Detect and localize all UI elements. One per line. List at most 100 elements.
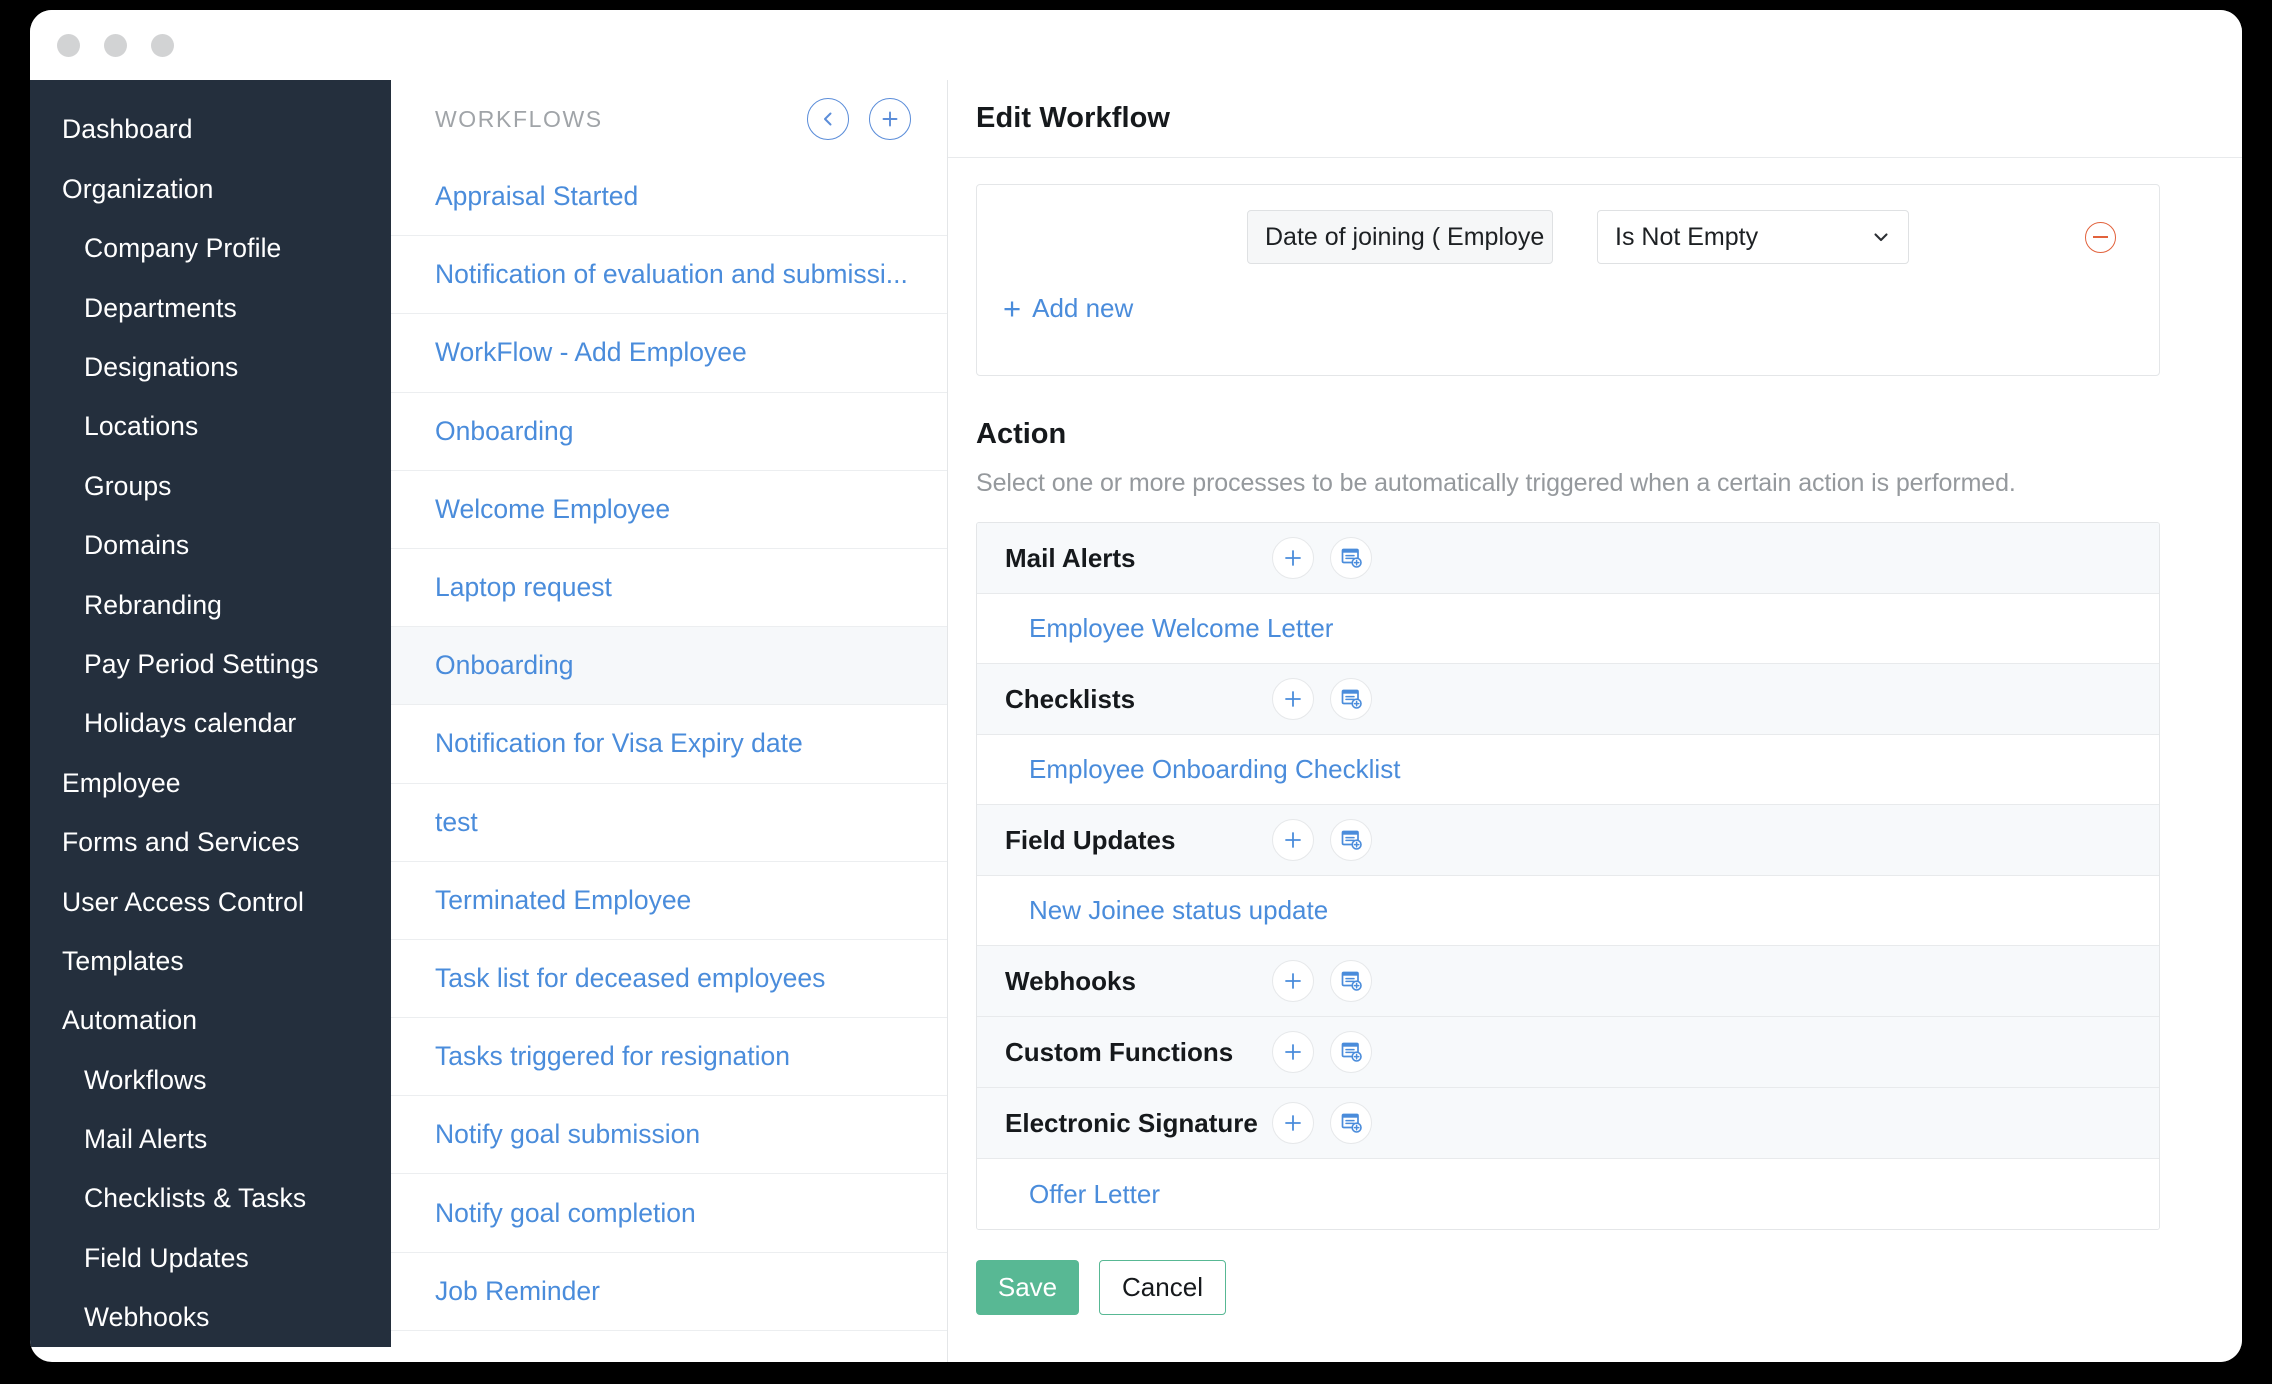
workflow-list-item[interactable]: Notify goal completion <box>391 1174 947 1253</box>
action-item[interactable]: New Joinee status update <box>977 876 2159 946</box>
action-description: Select one or more processes to be autom… <box>976 469 2016 497</box>
sidebar-item-label: Company Profile <box>84 233 282 264</box>
workflow-list-item[interactable]: Terminated Employee <box>391 861 947 940</box>
action-group-electronic-signature: Electronic Signature <box>977 1088 2159 1159</box>
sidebar-item-checklists-tasks[interactable]: Checklists & Tasks <box>30 1169 391 1228</box>
sidebar-item-label: Holidays calendar <box>84 708 297 739</box>
cancel-button[interactable]: Cancel <box>1099 1260 1226 1315</box>
action-group-field-updates: Field Updates <box>977 805 2159 876</box>
sidebar-item-label: Designations <box>84 352 239 382</box>
action-heading: Action <box>976 418 1067 450</box>
workflow-list-item[interactable]: WorkFlow - Add Employee <box>391 314 947 393</box>
window-titlebar <box>30 10 2242 80</box>
sidebar-item-label: Dashboard <box>62 114 193 145</box>
workflow-list-item[interactable]: Onboarding <box>391 392 947 471</box>
sidebar-item-mail-alerts[interactable]: Mail Alerts <box>30 1110 391 1169</box>
action-group-label: Custom Functions <box>1005 1036 1234 1067</box>
criteria-operator-select[interactable]: Is Not Empty <box>1597 210 1909 264</box>
workflow-list-item[interactable]: test <box>391 783 947 862</box>
action-group-label: Webhooks <box>1005 965 1136 996</box>
add-new-label: Add new <box>1032 293 1134 323</box>
sidebar-item-user-access-control[interactable]: User Access Control <box>30 872 391 931</box>
plus-icon: + <box>1003 291 1022 326</box>
sidebar-item-employee[interactable]: Employee <box>30 753 391 812</box>
criteria-card: Date of joining ( Employe Is Not Empty +… <box>976 184 2160 376</box>
action-group-mail-alerts: Mail Alerts <box>977 523 2159 594</box>
sidebar-item-domains[interactable]: Domains <box>30 516 391 575</box>
chevron-down-icon <box>1874 233 1888 242</box>
workflow-list-item[interactable]: Notify goal submission <box>391 1096 947 1175</box>
sidebar-item-organization[interactable]: Organization <box>30 159 391 218</box>
sidebar-item-label: Workflows <box>84 1064 207 1095</box>
create-field-updates-button[interactable] <box>1330 819 1372 861</box>
workflows-panel-title: WORKFLOWS <box>435 105 603 132</box>
save-button[interactable]: Save <box>976 1260 1079 1315</box>
sidebar-item-webhooks[interactable]: Webhooks <box>30 1288 391 1347</box>
workflow-item-label: Job Reminder <box>435 1275 600 1306</box>
sidebar-item-label: Locations <box>84 411 199 442</box>
workflow-item-label: Notification for Visa Expiry date <box>435 728 803 759</box>
create-webhooks-button[interactable] <box>1330 960 1372 1002</box>
add-workflow-button[interactable] <box>869 98 911 140</box>
plus-icon <box>1285 1044 1301 1060</box>
workflows-list-panel: WORKFLOWS Appraisal Started Notification … <box>391 80 948 1362</box>
collapse-panel-button[interactable] <box>807 98 849 140</box>
add-custom-functions-button[interactable] <box>1272 1031 1314 1073</box>
document-add-icon <box>1341 971 1362 991</box>
add-checklists-button[interactable] <box>1272 678 1314 720</box>
remove-criteria-button[interactable] <box>2085 221 2116 253</box>
workflow-list-item[interactable]: Notification of evaluation and submissi.… <box>391 236 947 315</box>
create-custom-functions-button[interactable] <box>1330 1031 1372 1073</box>
action-groups-card: Mail Alerts Employee Welcome Letter Checkl… <box>976 522 2160 1230</box>
sidebar-item-field-updates[interactable]: Field Updates <box>30 1228 391 1287</box>
sidebar-item-label: Automation <box>62 1005 198 1036</box>
window-close-dot[interactable] <box>57 33 80 57</box>
window-minimize-dot[interactable] <box>104 33 127 57</box>
sidebar-item-automation[interactable]: Automation <box>30 991 391 1050</box>
create-electronic-signature-button[interactable] <box>1330 1102 1372 1144</box>
create-checklists-button[interactable] <box>1330 678 1372 720</box>
add-field-updates-button[interactable] <box>1272 819 1314 861</box>
sidebar-item-templates[interactable]: Templates <box>30 931 391 990</box>
action-item[interactable]: Employee Welcome Letter <box>977 594 2159 664</box>
sidebar-item-dashboard[interactable]: Dashboard <box>30 100 391 159</box>
sidebar-item-label: Pay Period Settings <box>84 648 319 679</box>
workflow-item-label: Laptop request <box>435 572 612 603</box>
sidebar-item-departments[interactable]: Departments <box>30 278 391 337</box>
workflow-list-item[interactable]: Appraisal Started <box>391 158 947 237</box>
workflow-list-item[interactable]: Task list for deceased employees <box>391 939 947 1019</box>
sidebar-item-forms-and-services[interactable]: Forms and Services <box>30 813 391 872</box>
sidebar-item-holidays-calendar[interactable]: Holidays calendar <box>30 694 391 753</box>
action-item[interactable]: Employee Onboarding Checklist <box>977 735 2159 805</box>
criteria-field-input[interactable]: Date of joining ( Employe <box>1247 210 1553 264</box>
sidebar-item-groups[interactable]: Groups <box>30 456 391 515</box>
workflow-list-item[interactable]: Laptop request <box>391 548 947 628</box>
workflow-list-item[interactable]: Tasks triggered for resignation <box>391 1018 947 1097</box>
workflow-list-item[interactable]: Onboarding <box>391 627 947 706</box>
action-item[interactable]: Offer Letter <box>977 1159 2159 1229</box>
sidebar-item-designations[interactable]: Designations <box>30 338 391 397</box>
document-add-icon <box>1341 830 1362 850</box>
sidebar-item-rebranding[interactable]: Rebranding <box>30 575 391 634</box>
add-new-criteria-link[interactable]: + Add new <box>977 293 2159 324</box>
sidebar-item-pay-period-settings[interactable]: Pay Period Settings <box>30 635 391 694</box>
app-body: Dashboard Organization Company Profile Depa… <box>30 80 2242 1362</box>
sidebar-item-company-profile[interactable]: Company Profile <box>30 219 391 278</box>
sidebar-item-label: Checklists & Tasks <box>84 1183 307 1214</box>
action-item-label: Employee Welcome Letter <box>1029 613 1334 643</box>
window-maximize-dot[interactable] <box>151 33 174 57</box>
sidebar-item-workflows[interactable]: Workflows <box>30 1050 391 1109</box>
workflow-list-item[interactable]: Job Reminder <box>391 1252 947 1331</box>
workflow-item-label: Notification of evaluation and submissi.… <box>435 259 908 290</box>
workflows-panel-header: WORKFLOWS <box>391 80 947 158</box>
workflow-list-item[interactable]: Notification for Visa Expiry date <box>391 705 947 784</box>
workflow-item-label: Terminated Employee <box>435 884 692 915</box>
sidebar-item-locations[interactable]: Locations <box>30 397 391 456</box>
add-mail-alerts-button[interactable] <box>1272 537 1314 579</box>
create-mail-alerts-button[interactable] <box>1330 537 1372 579</box>
add-webhooks-button[interactable] <box>1272 960 1314 1002</box>
add-electronic-signature-button[interactable] <box>1272 1102 1314 1144</box>
action-group-label: Mail Alerts <box>1005 542 1136 573</box>
workflow-list-item[interactable]: Welcome Employee <box>391 470 947 549</box>
action-group-label: Electronic Signature <box>1005 1107 1258 1138</box>
